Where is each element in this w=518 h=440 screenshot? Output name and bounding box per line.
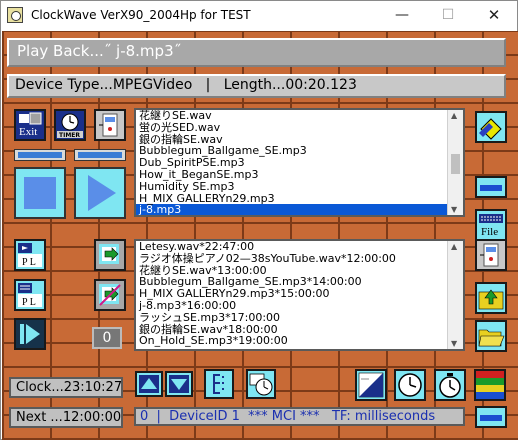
mci-status-bar: 0 | DeviceID 1 *** MCI *** TF: milliseco… xyxy=(134,407,465,426)
play-icon xyxy=(76,169,124,217)
add-to-playlist-button[interactable] xyxy=(94,239,126,271)
schedule-clock-icon xyxy=(248,371,274,397)
stop-icon xyxy=(16,169,64,217)
open-folder-button[interactable] xyxy=(475,320,507,352)
playlist-item[interactable]: ラジオ体操ピアノ02—38sYouTube.wav*12:00:00 xyxy=(136,252,463,265)
open-file-button[interactable]: File xyxy=(475,209,507,241)
file-list-scroll-thumb[interactable] xyxy=(451,154,460,174)
file-list-item[interactable]: 蛍の光SED.wav xyxy=(136,121,463,134)
edit-pencil-icon xyxy=(477,113,505,141)
app-icon[interactable] xyxy=(7,7,23,23)
add-to-playlist-icon xyxy=(96,241,124,269)
app-window: ClockWave VerX90_2004Hp for TEST — ☐ ✕ P… xyxy=(0,0,518,440)
file-list-scrollbar[interactable]: ▲ ▼ xyxy=(447,110,463,215)
exit-label: Exit xyxy=(19,126,37,138)
volume-up-bar xyxy=(78,152,122,158)
minimize-list-button[interactable] xyxy=(475,176,507,198)
file-list[interactable]: 花継りSE.wav 蛍の光SED.wav 銀の指輪SE.wav Bubblegum_B… xyxy=(134,108,465,217)
folder-up-icon xyxy=(477,284,505,312)
close-button[interactable]: ✕ xyxy=(471,1,517,31)
playlist[interactable]: Letesy.wav*22:47:00 ラジオ体操ピアノ02—38sYouTube… xyxy=(134,239,465,351)
file-label: File xyxy=(481,226,498,238)
folder-up-button[interactable] xyxy=(475,282,507,314)
maximize-button[interactable]: ☐ xyxy=(425,1,471,31)
title-bar[interactable]: ClockWave VerX90_2004Hp for TEST — ☐ ✕ xyxy=(1,1,517,31)
scroll-down-arrow-icon[interactable]: ▼ xyxy=(451,205,457,214)
playlist-load-icon: P L xyxy=(16,241,44,269)
open-folder-icon xyxy=(477,322,505,350)
file-list-item[interactable]: j-8.mp3 xyxy=(136,204,463,215)
alarm-clock-button[interactable] xyxy=(394,369,426,401)
collapse-bar-icon xyxy=(477,408,505,426)
remove-from-playlist-button[interactable] xyxy=(94,279,126,311)
move-down-button[interactable] xyxy=(165,371,193,397)
file-list-item[interactable]: How_it_BeganSE.mp3 xyxy=(136,169,463,181)
step-play-icon xyxy=(16,320,44,348)
file-keyboard-icon: File xyxy=(477,211,505,239)
timer-label: TIMER xyxy=(59,132,80,139)
next-time-display: Next ...12:00:00 xyxy=(9,407,123,428)
device-icon xyxy=(96,111,124,139)
move-up-button[interactable] xyxy=(135,371,163,397)
timer-clock-icon: TIMER xyxy=(56,111,84,139)
timer-button[interactable]: TIMER xyxy=(54,109,86,141)
step-play-button[interactable] xyxy=(14,318,46,350)
playlist-save-button[interactable]: P L xyxy=(14,279,46,311)
volume-graph-button[interactable] xyxy=(355,369,387,401)
collapse-button[interactable] xyxy=(475,406,507,428)
playlist-load-button[interactable]: P L xyxy=(14,239,46,271)
volume-slope-icon xyxy=(357,371,385,399)
exit-icon: Exit xyxy=(16,111,44,139)
scroll-up-arrow-icon[interactable]: ▲ xyxy=(451,111,457,120)
play-button[interactable] xyxy=(74,167,126,219)
sort-button[interactable] xyxy=(204,369,234,399)
device-info-display: Device Type...MPEGVideo | Length...00:20… xyxy=(7,74,506,98)
playlist-item[interactable]: j-8.mp3*16:00:00 xyxy=(136,300,463,312)
edit-list-button[interactable] xyxy=(475,111,507,143)
stop-button[interactable] xyxy=(14,167,66,219)
pl-label-2: P L xyxy=(22,297,36,308)
alarm-clock-icon xyxy=(396,371,424,399)
playlist-item[interactable]: ラッシュSE.mp3*17:00:00 xyxy=(136,311,463,324)
pl-label-1: P L xyxy=(22,257,36,268)
playlist-scroll-up-arrow-icon[interactable]: ▲ xyxy=(451,242,457,251)
file-list-item[interactable]: Humidity SE.mp3 xyxy=(136,180,463,193)
arrow-down-icon xyxy=(167,373,191,395)
file-list-item[interactable]: H_MIX GALLERYn29.mp3 xyxy=(136,192,463,205)
counter-zero-button[interactable]: 0 xyxy=(92,327,122,349)
playback-display: Play Back...˝ j-8.mp3˝ xyxy=(7,38,506,67)
exit-button[interactable]: Exit xyxy=(14,109,46,141)
arrow-up-icon xyxy=(137,373,161,395)
stopwatch-button[interactable] xyxy=(434,369,466,401)
clock-display: Clock...23:10:27 xyxy=(9,377,123,398)
minus-bar-icon xyxy=(477,178,505,196)
remove-from-playlist-icon xyxy=(96,281,124,309)
playlist-scroll-down-arrow-icon[interactable]: ▼ xyxy=(451,339,457,348)
playlist-rows: Letesy.wav*22:47:00 ラジオ体操ピアノ02—38sYouTube… xyxy=(136,241,463,347)
playlist-item[interactable]: On_Hold_SE.mp3*19:00:00 xyxy=(136,335,463,347)
schedule-clock-button[interactable] xyxy=(246,369,276,399)
color-settings-button[interactable] xyxy=(474,369,506,401)
device-panel-icon xyxy=(477,241,505,269)
window-title: ClockWave VerX90_2004Hp for TEST xyxy=(31,8,251,22)
volume-up-button[interactable] xyxy=(74,149,126,161)
playlist-save-icon: P L xyxy=(16,281,44,309)
stopwatch-icon xyxy=(436,371,464,399)
file-list-rows: 花継りSE.wav 蛍の光SED.wav 銀の指輪SE.wav Bubblegum_B… xyxy=(136,110,463,215)
playlist-scrollbar[interactable]: ▲ ▼ xyxy=(447,241,463,349)
brick-background: Play Back...˝ j-8.mp3˝ Device Type...MPE… xyxy=(2,31,518,440)
sort-order-icon xyxy=(206,371,232,397)
volume-down-bar xyxy=(18,152,62,158)
color-bars-icon xyxy=(476,371,504,399)
volume-down-button[interactable] xyxy=(14,149,66,161)
minimize-button[interactable]: — xyxy=(379,1,425,31)
device-settings-button[interactable] xyxy=(94,109,126,141)
device-panel-button[interactable] xyxy=(475,239,507,271)
